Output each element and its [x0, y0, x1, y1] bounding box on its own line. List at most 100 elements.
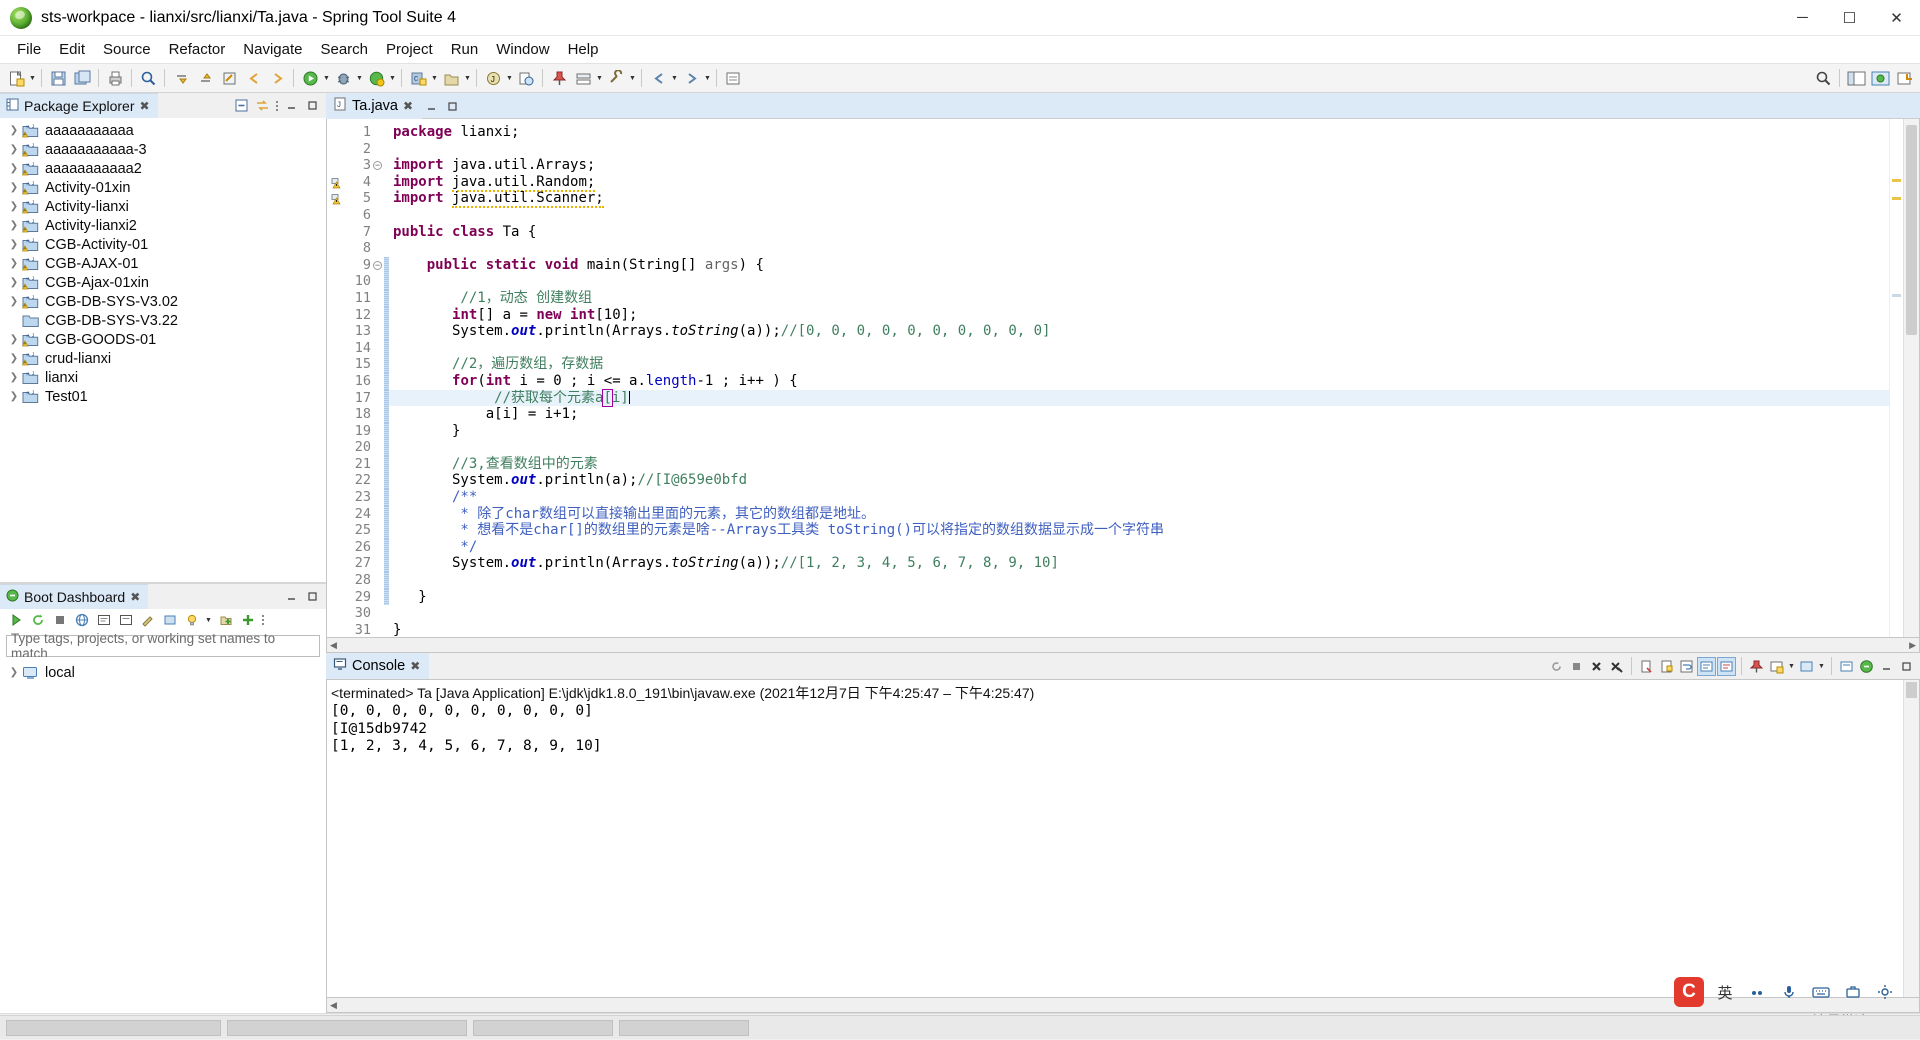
clear-console-icon[interactable] [1637, 657, 1656, 676]
tree-item-project[interactable]: ❯MJlianxi [0, 368, 326, 387]
display-selected-console-icon[interactable] [1797, 657, 1816, 676]
tree-item-project[interactable]: ❯MJCGB-Activity-01 [0, 235, 326, 254]
code-line[interactable] [389, 572, 1889, 589]
menu-run[interactable]: Run [442, 38, 488, 61]
maximize-button[interactable]: ☐ [1826, 0, 1873, 36]
search-toolbar-icon[interactable] [137, 67, 159, 89]
show-console-on-output-icon[interactable] [1697, 657, 1716, 676]
minimize-button[interactable]: ─ [1779, 0, 1826, 36]
code-line[interactable]: System.out.println(a);//[I@659e0bfd [389, 472, 1889, 489]
forward-icon[interactable] [266, 67, 288, 89]
link-with-editor-icon[interactable] [253, 96, 272, 115]
open-type-icon[interactable]: J [482, 67, 504, 89]
chevron-right-icon[interactable]: ❯ [6, 125, 22, 136]
maximize-editor-icon[interactable] [443, 97, 462, 116]
code-line[interactable]: public static void main(String[] args) { [389, 257, 1889, 274]
code-line[interactable]: import java.util.Arrays; [389, 157, 1889, 174]
properties-icon[interactable] [116, 611, 135, 630]
open-console-icon[interactable] [1837, 657, 1856, 676]
close-icon[interactable]: ✖ [403, 99, 413, 113]
tree-item-project[interactable]: ❯MJActivity-lianxi2 [0, 216, 326, 235]
menu-project[interactable]: Project [377, 38, 442, 61]
run-as-server-icon[interactable] [365, 67, 387, 89]
boot-dashboard-menu-icon[interactable] [260, 609, 266, 631]
menu-source[interactable]: Source [94, 38, 160, 61]
minimize-console-icon[interactable] [1877, 657, 1896, 676]
code-line[interactable]: //3,查看数组中的元素 [389, 456, 1889, 473]
chevron-right-icon[interactable]: ❯ [6, 353, 22, 364]
new-java-class-dropdown[interactable]: ▼ [430, 67, 439, 89]
close-icon[interactable]: ✖ [130, 590, 140, 604]
perspective-java-icon[interactable] [1845, 67, 1867, 89]
maximize-view-icon[interactable] [303, 587, 322, 606]
save-icon[interactable] [47, 67, 69, 89]
open-task-icon[interactable] [722, 67, 744, 89]
code-line[interactable]: System.out.println(Arrays.toString(a));/… [389, 323, 1889, 340]
tree-item-project[interactable]: ❯MJaaaaaaaaaaa [0, 121, 326, 140]
chevron-right-icon[interactable]: ❯ [6, 201, 22, 212]
chevron-right-icon[interactable]: ❯ [6, 163, 22, 174]
new-wizard-dropdown[interactable]: ▼ [28, 67, 37, 89]
display-console-dropdown[interactable]: ▼ [1817, 655, 1826, 677]
scroll-left-icon[interactable]: ◀ [330, 640, 337, 651]
taskbar-item[interactable] [227, 1020, 467, 1036]
external-tools-icon[interactable] [605, 67, 627, 89]
new-wizard-icon[interactable] [5, 67, 27, 89]
code-line[interactable]: } [389, 589, 1889, 606]
new-console-dropdown[interactable]: ▼ [1787, 655, 1796, 677]
minimize-view-icon[interactable] [282, 587, 301, 606]
console-icon[interactable] [94, 611, 113, 630]
editor-overview-ruler[interactable] [1889, 119, 1903, 637]
maximize-view-icon[interactable] [303, 96, 322, 115]
boot-dashboard-item[interactable]: ❯local [0, 663, 326, 682]
debug-dropdown[interactable]: ▼ [355, 67, 364, 89]
code-line[interactable] [389, 273, 1889, 290]
chevron-right-icon[interactable]: ❯ [6, 258, 22, 269]
next-edit-dropdown[interactable]: ▼ [703, 67, 712, 89]
perspective-boot-icon[interactable] [1869, 67, 1891, 89]
code-line[interactable]: //1，动态 创建数组 [389, 290, 1889, 307]
next-edit-icon[interactable] [680, 67, 702, 89]
ime-settings-icon[interactable] [1874, 981, 1896, 1003]
print-icon[interactable] [104, 67, 126, 89]
code-line[interactable]: } [389, 423, 1889, 440]
quick-access-search-icon[interactable] [1812, 67, 1834, 89]
terminate-icon[interactable] [1567, 657, 1586, 676]
chevron-right-icon[interactable]: ❯ [6, 239, 22, 250]
console-output[interactable]: <terminated> Ta [Java Application] E:\jd… [327, 680, 1903, 997]
pin-editor-icon[interactable] [548, 67, 570, 89]
taskbar-item[interactable] [473, 1020, 613, 1036]
ime-language-label[interactable]: 英 [1714, 981, 1736, 1003]
code-line[interactable]: int[] a = new int[10]; [389, 307, 1889, 324]
tree-item-project[interactable]: ❯MJcrud-lianxi [0, 349, 326, 368]
tab-ta-java[interactable]: J Ta.java ✖ [326, 93, 422, 119]
new-console-view-icon[interactable] [1767, 657, 1786, 676]
tab-boot-dashboard[interactable]: Boot Dashboard ✖ [0, 584, 148, 609]
run-as-dropdown[interactable]: ▼ [388, 67, 397, 89]
tree-item-project[interactable]: ❯MJCGB-DB-SYS-V3.02 [0, 292, 326, 311]
console-body[interactable]: <terminated> Ta [Java Application] E:\jd… [326, 679, 1920, 998]
editor-body[interactable]: 1234567891011121314151617181920212223242… [326, 119, 1920, 638]
view-menu-icon[interactable] [274, 95, 280, 117]
debug-icon[interactable] [332, 67, 354, 89]
code-line[interactable]: for(int i = 0 ; i <= a.length-1 ; i++ ) … [389, 373, 1889, 390]
code-line[interactable]: * 想看不是char[]的数组里的元素是啥--Arrays工具类 toStrin… [389, 522, 1889, 539]
open-perspective-icon[interactable] [1893, 67, 1915, 89]
tree-item-project[interactable]: ❯MJCGB-GOODS-01 [0, 330, 326, 349]
terminate-all-icon[interactable] [1547, 657, 1566, 676]
previous-edit-dropdown[interactable]: ▼ [670, 67, 679, 89]
new-java-class-icon[interactable]: C [407, 67, 429, 89]
scrollbar-thumb[interactable] [1906, 125, 1917, 335]
external-tools-dropdown[interactable]: ▼ [628, 67, 637, 89]
code-line[interactable]: //获取每个元素a[i] [389, 390, 1889, 407]
editor-folding-ruler[interactable]: −− [371, 119, 384, 637]
code-line[interactable]: } [389, 622, 1889, 637]
close-button[interactable]: ✕ [1873, 0, 1920, 36]
code-line[interactable] [389, 340, 1889, 357]
maximize-console-icon[interactable] [1897, 657, 1916, 676]
menu-window[interactable]: Window [487, 38, 558, 61]
new-package-icon[interactable] [440, 67, 462, 89]
tree-item-project[interactable]: ❯MJCGB-Ajax-01xin [0, 273, 326, 292]
code-line[interactable] [389, 207, 1889, 224]
code-line[interactable]: public class Ta { [389, 224, 1889, 241]
